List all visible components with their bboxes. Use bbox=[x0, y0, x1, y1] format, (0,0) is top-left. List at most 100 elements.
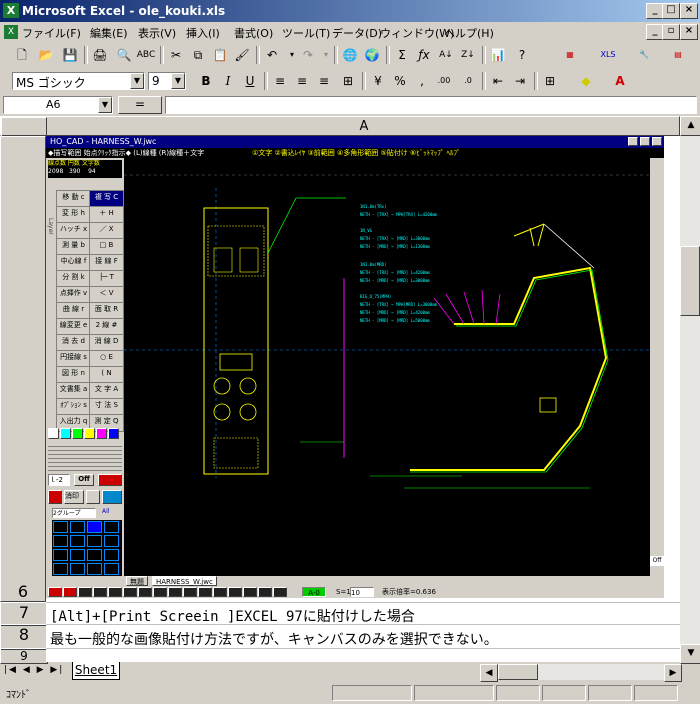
cad-vscroll[interactable] bbox=[650, 158, 664, 576]
align-center-icon[interactable]: ≡ bbox=[292, 71, 312, 91]
scroll-down-button[interactable]: ▼ bbox=[680, 644, 700, 664]
cad-off-button[interactable]: Off bbox=[74, 474, 94, 486]
row-number[interactable]: 7 bbox=[0, 602, 48, 626]
color-swatch[interactable] bbox=[96, 428, 107, 439]
cad-layer-button[interactable] bbox=[183, 587, 197, 597]
cad-layer-button[interactable] bbox=[123, 587, 137, 597]
copy-icon[interactable]: ⧉ bbox=[188, 45, 208, 65]
borders-icon[interactable]: ⊞ bbox=[540, 71, 560, 91]
tool-addin-icon[interactable]: 🔧 bbox=[634, 45, 654, 65]
horizontal-scrollbar[interactable]: ◀ ▶ bbox=[480, 664, 682, 682]
cad-group-cell[interactable] bbox=[70, 535, 85, 547]
comma-icon[interactable]: , bbox=[412, 71, 432, 91]
chevron-down-icon[interactable]: ▼ bbox=[130, 73, 144, 89]
decrease-indent-icon[interactable]: ⇤ bbox=[488, 71, 508, 91]
menu-view[interactable]: 表示(V) bbox=[138, 25, 176, 41]
menu-data[interactable]: データ(D) bbox=[332, 25, 382, 41]
fill-color-icon[interactable]: ◆ bbox=[576, 71, 596, 91]
function-icon[interactable]: ƒx bbox=[414, 45, 434, 65]
color-swatch[interactable] bbox=[48, 428, 59, 439]
increase-decimal-icon[interactable]: .00 bbox=[434, 71, 454, 91]
cut-icon[interactable]: ✂ bbox=[166, 45, 186, 65]
chevron-down-icon[interactable]: ▼ bbox=[98, 97, 112, 113]
cad-group-cell[interactable] bbox=[70, 563, 85, 575]
mtu-addin-icon[interactable]: ▤ bbox=[668, 45, 688, 65]
addin-icon[interactable]: ▦ bbox=[560, 45, 580, 65]
cell-a7[interactable]: [Alt]+[Print Screein ]EXCEL 97に貼付けした場合 bbox=[50, 606, 415, 626]
sheet-tab-sheet1[interactable]: Sheet1 bbox=[72, 662, 120, 680]
maximize-button[interactable]: □ bbox=[662, 3, 680, 19]
row-number[interactable]: 8 bbox=[0, 624, 48, 650]
cad-group-cell[interactable] bbox=[87, 521, 102, 533]
cad-mode-button[interactable] bbox=[98, 474, 122, 486]
cad-layer-button[interactable] bbox=[108, 587, 122, 597]
save-icon[interactable]: 💾 bbox=[60, 45, 80, 65]
cad-group-cell[interactable] bbox=[87, 535, 102, 547]
formula-input[interactable] bbox=[165, 96, 697, 114]
cad-layer-button[interactable] bbox=[93, 587, 107, 597]
xls-addin-icon[interactable]: XLS bbox=[598, 45, 618, 65]
cad-group-cell[interactable] bbox=[87, 563, 102, 575]
cad-layer-button[interactable] bbox=[153, 587, 167, 597]
paste-icon[interactable]: 📋 bbox=[210, 45, 230, 65]
font-color-icon[interactable]: A bbox=[610, 71, 630, 91]
cad-group-cell[interactable] bbox=[104, 521, 119, 533]
color-swatch[interactable] bbox=[84, 428, 95, 439]
cad-layer-button[interactable] bbox=[213, 587, 227, 597]
cad-group-cell[interactable] bbox=[53, 535, 68, 547]
close-button[interactable]: × bbox=[680, 3, 698, 19]
cad-group-cell[interactable] bbox=[53, 563, 68, 575]
scroll-left-button[interactable]: ◀ bbox=[480, 664, 498, 682]
cad-layer-button[interactable] bbox=[63, 587, 77, 597]
cad-layer-button[interactable] bbox=[258, 587, 272, 597]
cad-layer-button[interactable] bbox=[198, 587, 212, 597]
preview-icon[interactable]: 🔍 bbox=[114, 45, 134, 65]
percent-icon[interactable]: % bbox=[390, 71, 410, 91]
cad-group-cell[interactable] bbox=[70, 549, 85, 561]
menu-file[interactable]: ファイル(F) bbox=[22, 25, 81, 41]
new-icon[interactable]: 🗋 bbox=[12, 45, 32, 65]
font-size-select[interactable]: 9 ▼ bbox=[148, 72, 186, 90]
cad-group-cell[interactable] bbox=[104, 549, 119, 561]
name-box[interactable]: A6 ▼ bbox=[3, 96, 113, 114]
embedded-cad-image[interactable]: HO_CAD - HARNESS_W.jwc ◆描写範囲 始点ｸﾘｯｸ指示◆ (… bbox=[46, 136, 664, 598]
sort-desc-icon[interactable]: Z↓ bbox=[458, 45, 478, 65]
row-number[interactable]: 6 bbox=[0, 582, 46, 601]
decrease-decimal-icon[interactable]: .0 bbox=[458, 71, 478, 91]
cad-pattern-area[interactable] bbox=[48, 443, 122, 471]
color-swatch[interactable] bbox=[108, 428, 119, 439]
menu-edit[interactable]: 編集(E) bbox=[90, 25, 128, 41]
increase-indent-icon[interactable]: ⇥ bbox=[510, 71, 530, 91]
print-icon[interactable]: 🖨 bbox=[90, 45, 110, 65]
cad-drawing-canvas[interactable]: 1N1.0m(TRx) NETH - [TRX] → MPH[TRX] L=42… bbox=[124, 158, 650, 576]
cad-group-cell[interactable] bbox=[104, 535, 119, 547]
cad-layer-button[interactable] bbox=[273, 587, 287, 597]
bold-button[interactable]: B bbox=[196, 71, 216, 91]
cad-group-cell[interactable] bbox=[53, 549, 68, 561]
doc-icon[interactable]: X bbox=[4, 25, 18, 39]
font-select[interactable]: MS ゴシック ▼ bbox=[12, 72, 145, 90]
color-swatch[interactable] bbox=[72, 428, 83, 439]
column-header-a[interactable]: A bbox=[47, 117, 681, 137]
cad-tab-harness[interactable]: HARNESS_W.jwc bbox=[152, 576, 217, 586]
spell-icon[interactable]: ABC bbox=[136, 45, 156, 65]
scroll-right-button[interactable]: ▶ bbox=[664, 664, 682, 682]
help-icon[interactable]: ? bbox=[512, 45, 532, 65]
cad-layer-value[interactable]: A-0 bbox=[302, 587, 326, 597]
cad-group-cell[interactable] bbox=[104, 563, 119, 575]
vertical-scrollbar[interactable]: ▲ ▼ bbox=[680, 116, 700, 664]
menu-help[interactable]: ヘルプ(H) bbox=[444, 25, 494, 41]
doc-restore-button[interactable]: ▫ bbox=[662, 24, 680, 40]
merge-center-icon[interactable]: ⊞ bbox=[338, 71, 358, 91]
cell-a8[interactable]: 最も一般的な画像貼付け方法ですが、キャンバスのみを選択できない。 bbox=[50, 629, 498, 649]
sort-asc-icon[interactable]: A↓ bbox=[436, 45, 456, 65]
select-all-button[interactable] bbox=[1, 117, 47, 137]
align-left-icon[interactable]: ≡ bbox=[270, 71, 290, 91]
excel-icon[interactable]: X bbox=[3, 3, 19, 18]
cad-group-cell[interactable] bbox=[53, 521, 68, 533]
menu-insert[interactable]: 挿入(I) bbox=[186, 25, 220, 41]
cad-group-all[interactable]: All bbox=[102, 508, 109, 515]
cad-layer-button[interactable] bbox=[138, 587, 152, 597]
redo-icon[interactable]: ↷ bbox=[298, 45, 318, 65]
autosum-icon[interactable]: Σ bbox=[392, 45, 412, 65]
